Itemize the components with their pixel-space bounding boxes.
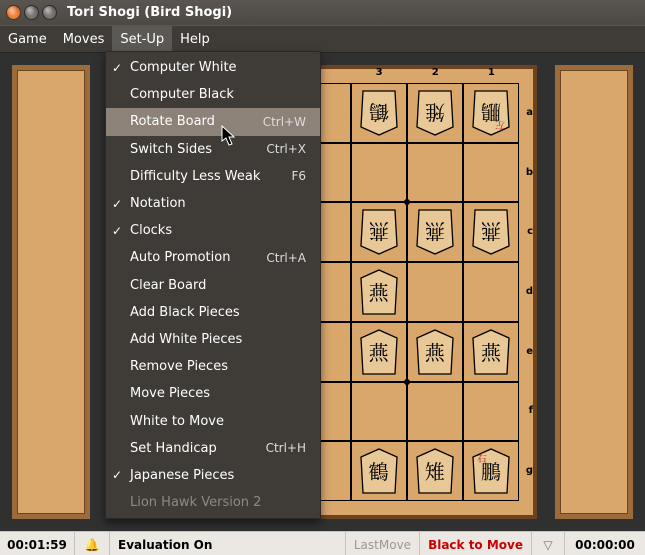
piece-holder-left[interactable] — [6, 59, 96, 525]
board-cell[interactable] — [407, 262, 463, 322]
board-cell[interactable] — [407, 441, 463, 501]
menu-help[interactable]: Help — [172, 26, 218, 52]
menu-item-move-pieces[interactable]: Move Pieces — [106, 380, 320, 407]
board-cell[interactable] — [407, 202, 463, 262]
menu-item-label: Clocks — [130, 223, 172, 238]
row-label: f — [529, 405, 533, 416]
window-minimize-button[interactable] — [24, 5, 39, 20]
menu-item-notation[interactable]: ✓ Notation — [106, 190, 320, 217]
menu-game[interactable]: Game — [0, 26, 55, 52]
menu-item-label: Add Black Pieces — [130, 305, 240, 320]
board-cell[interactable] — [463, 143, 519, 203]
col-label: 2 — [432, 67, 439, 78]
menu-item-accel: Ctrl+W — [263, 115, 306, 129]
menu-item-set-handicap[interactable]: Set Handicap Ctrl+H — [106, 435, 320, 462]
clock-right: 00:00:00 — [565, 532, 645, 555]
star-point — [404, 379, 410, 385]
board-cell[interactable] — [351, 83, 407, 143]
board-cell[interactable] — [407, 322, 463, 382]
menu-item-label: Japanese Pieces — [130, 468, 234, 483]
window-title: Tori Shogi (Bird Shogi) — [67, 5, 232, 20]
board-cell[interactable] — [463, 83, 519, 143]
menu-item-white-to-move[interactable]: White to Move — [106, 407, 320, 434]
menu-item-label: Move Pieces — [130, 386, 210, 401]
menu-item-computer-black[interactable]: Computer Black — [106, 81, 320, 108]
board-cell[interactable] — [407, 83, 463, 143]
menu-item-label: Computer Black — [130, 87, 234, 102]
board-cell[interactable] — [407, 143, 463, 203]
menu-item-add-black-pieces[interactable]: Add Black Pieces — [106, 299, 320, 326]
menu-item-remove-pieces[interactable]: Remove Pieces — [106, 353, 320, 380]
check-icon: ✓ — [112, 197, 122, 211]
setup-dropdown: ✓ Computer White Computer Black Rotate Boar… — [105, 51, 321, 519]
menu-bar: Game Moves Set-Up Help — [0, 25, 645, 53]
last-move-label[interactable]: LastMove — [346, 532, 420, 555]
check-icon: ✓ — [112, 224, 122, 238]
menu-item-lion-hawk-version-2: Lion Hawk Version 2 — [106, 489, 320, 516]
menu-item-label: Notation — [130, 196, 186, 211]
menu-item-japanese-pieces[interactable]: ✓ Japanese Pieces — [106, 462, 320, 489]
bell-icon[interactable]: 🔔 — [75, 532, 110, 555]
board-cell[interactable] — [351, 202, 407, 262]
row-label: c — [527, 226, 533, 237]
piece-holder-right[interactable] — [549, 59, 639, 525]
menu-item-clear-board[interactable]: Clear Board — [106, 272, 320, 299]
menu-item-accel: Ctrl+A — [266, 251, 306, 265]
main-area: 321abcdefg鶴雉鵬左燕燕燕燕燕燕燕鶴雉鵬右 — [0, 53, 645, 531]
board-cell[interactable] — [351, 143, 407, 203]
menu-item-label: White to Move — [130, 414, 224, 429]
clock-left: 00:01:59 — [0, 532, 75, 555]
row-label: a — [526, 107, 533, 118]
check-icon: ✓ — [112, 61, 122, 75]
menu-item-label: Lion Hawk Version 2 — [130, 495, 261, 510]
menu-moves[interactable]: Moves — [55, 26, 113, 52]
to-move-label: Black to Move — [420, 532, 532, 555]
board-cell[interactable] — [463, 441, 519, 501]
board-cell[interactable] — [463, 322, 519, 382]
menu-item-rotate-board[interactable]: Rotate Board Ctrl+W — [106, 108, 320, 135]
board-cell[interactable] — [351, 262, 407, 322]
menu-item-clocks[interactable]: ✓ Clocks — [106, 217, 320, 244]
col-label: 3 — [376, 67, 383, 78]
menu-item-label: Difficulty Less Weak — [130, 169, 260, 184]
menu-item-label: Clear Board — [130, 278, 206, 293]
board-cell[interactable] — [351, 382, 407, 442]
dropdown-indicator-icon[interactable]: ▽ — [532, 532, 565, 555]
row-label: g — [526, 465, 533, 476]
menu-item-auto-promotion[interactable]: Auto Promotion Ctrl+A — [106, 244, 320, 271]
check-icon: ✓ — [112, 468, 122, 482]
menu-item-label: Set Handicap — [130, 441, 217, 456]
menu-item-add-white-pieces[interactable]: Add White Pieces — [106, 326, 320, 353]
menu-item-label: Auto Promotion — [130, 250, 230, 265]
window-close-button[interactable] — [6, 5, 21, 20]
col-label: 1 — [488, 67, 495, 78]
row-label: d — [526, 286, 533, 297]
menu-item-label: Add White Pieces — [130, 332, 242, 347]
board-cell[interactable] — [463, 202, 519, 262]
menu-item-computer-white[interactable]: ✓ Computer White — [106, 54, 320, 81]
menu-item-label: Switch Sides — [130, 142, 212, 157]
window-maximize-button[interactable] — [42, 5, 57, 20]
evaluation-status: Evaluation On — [110, 532, 346, 555]
status-bar: 00:01:59 🔔 Evaluation On LastMove Black … — [0, 531, 645, 555]
row-label: e — [526, 346, 533, 357]
board-cell[interactable] — [463, 262, 519, 322]
menu-item-label: Rotate Board — [130, 114, 215, 129]
board-cell[interactable] — [407, 382, 463, 442]
menu-item-accel: F6 — [291, 169, 306, 183]
board-cell[interactable] — [463, 382, 519, 442]
title-bar: Tori Shogi (Bird Shogi) — [0, 0, 645, 25]
menu-item-label: Remove Pieces — [130, 359, 228, 374]
board-cell[interactable] — [351, 441, 407, 501]
board-cell[interactable] — [351, 322, 407, 382]
menu-item-switch-sides[interactable]: Switch Sides Ctrl+X — [106, 136, 320, 163]
menu-item-label: Computer White — [130, 60, 237, 75]
menu-setup[interactable]: Set-Up — [112, 26, 172, 52]
menu-item-difficulty-less-weak[interactable]: Difficulty Less Weak F6 — [106, 163, 320, 190]
row-label: b — [526, 167, 533, 178]
menu-item-accel: Ctrl+H — [266, 441, 306, 455]
menu-item-accel: Ctrl+X — [266, 142, 306, 156]
